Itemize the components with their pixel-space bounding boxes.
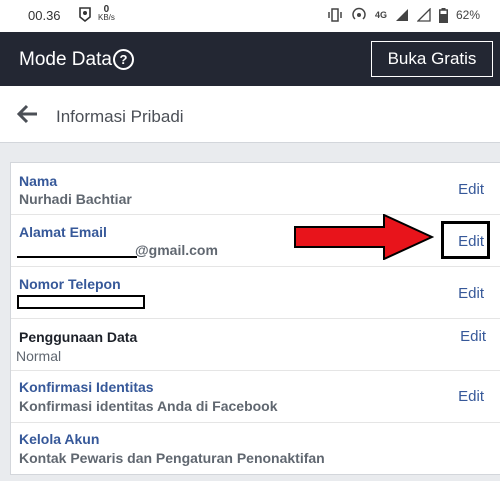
status-left-icons: 0 KB/s bbox=[78, 5, 115, 22]
row-data-usage-value: Normal bbox=[16, 348, 62, 364]
row-manage-account-value: Kontak Pewaris dan Pengaturan Penonaktif… bbox=[19, 450, 325, 466]
row-identity[interactable]: Konfirmasi Identitas Konfirmasi identita… bbox=[11, 371, 500, 423]
red-arrow-icon bbox=[294, 214, 434, 260]
network-speed-unit: KB/s bbox=[98, 13, 115, 22]
hotspot-icon bbox=[352, 7, 366, 20]
row-manage-account[interactable]: Kelola Akun Kontak Pewaris dan Pengatura… bbox=[11, 423, 500, 475]
edit-phone-button[interactable]: Edit bbox=[458, 285, 484, 302]
vibrate-icon bbox=[328, 8, 342, 22]
page-title: Informasi Pribadi bbox=[56, 107, 184, 126]
signal-icon-2 bbox=[416, 8, 431, 22]
row-data-usage-title: Penggunaan Data bbox=[19, 329, 138, 345]
back-arrow-icon[interactable] bbox=[16, 104, 38, 124]
help-icon[interactable]: ? bbox=[113, 49, 134, 70]
location-icon bbox=[79, 7, 91, 22]
row-email-value: @gmail.com bbox=[135, 242, 218, 258]
row-email-title: Alamat Email bbox=[19, 224, 107, 240]
phone-redaction-box bbox=[17, 295, 145, 309]
edit-highlight-box bbox=[441, 221, 490, 259]
free-mode-button[interactable]: Buka Gratis bbox=[371, 41, 493, 77]
signal-icon bbox=[395, 9, 408, 21]
network-speed: 0 KB/s bbox=[98, 5, 115, 22]
edit-name-button[interactable]: Edit bbox=[458, 181, 484, 198]
row-identity-value: Konfirmasi identitas Anda di Facebook bbox=[19, 398, 278, 414]
row-phone[interactable]: Nomor Telepon Edit bbox=[11, 267, 500, 319]
row-name-value: Nurhadi Bachtiar bbox=[19, 191, 132, 207]
page-header: Informasi Pribadi bbox=[0, 86, 500, 143]
personal-info-card: Nama Nurhadi Bachtiar Edit Alamat Email … bbox=[10, 162, 500, 475]
row-phone-title: Nomor Telepon bbox=[19, 276, 121, 292]
edit-identity-button[interactable]: Edit bbox=[458, 388, 484, 405]
row-data-usage[interactable]: Penggunaan Data Normal Edit bbox=[11, 319, 500, 371]
data-mode-title: Mode Data bbox=[19, 49, 112, 70]
row-manage-account-title: Kelola Akun bbox=[19, 431, 100, 447]
row-name[interactable]: Nama Nurhadi Bachtiar Edit bbox=[11, 163, 500, 215]
row-identity-title: Konfirmasi Identitas bbox=[19, 379, 154, 395]
row-name-title: Nama bbox=[19, 173, 58, 189]
network-type: 4G bbox=[374, 10, 387, 20]
status-right-icons: 4G 62% bbox=[327, 7, 480, 23]
status-bar: 00.36 0 KB/s 4G 62% bbox=[0, 0, 500, 32]
data-mode-bar: Mode Data ? Buka Gratis bbox=[0, 32, 500, 86]
battery-icon bbox=[438, 7, 448, 23]
email-redaction-box bbox=[17, 242, 137, 258]
battery-percent: 62% bbox=[455, 8, 480, 22]
status-time: 00.36 bbox=[28, 8, 61, 23]
edit-data-usage-button[interactable]: Edit bbox=[460, 328, 486, 345]
